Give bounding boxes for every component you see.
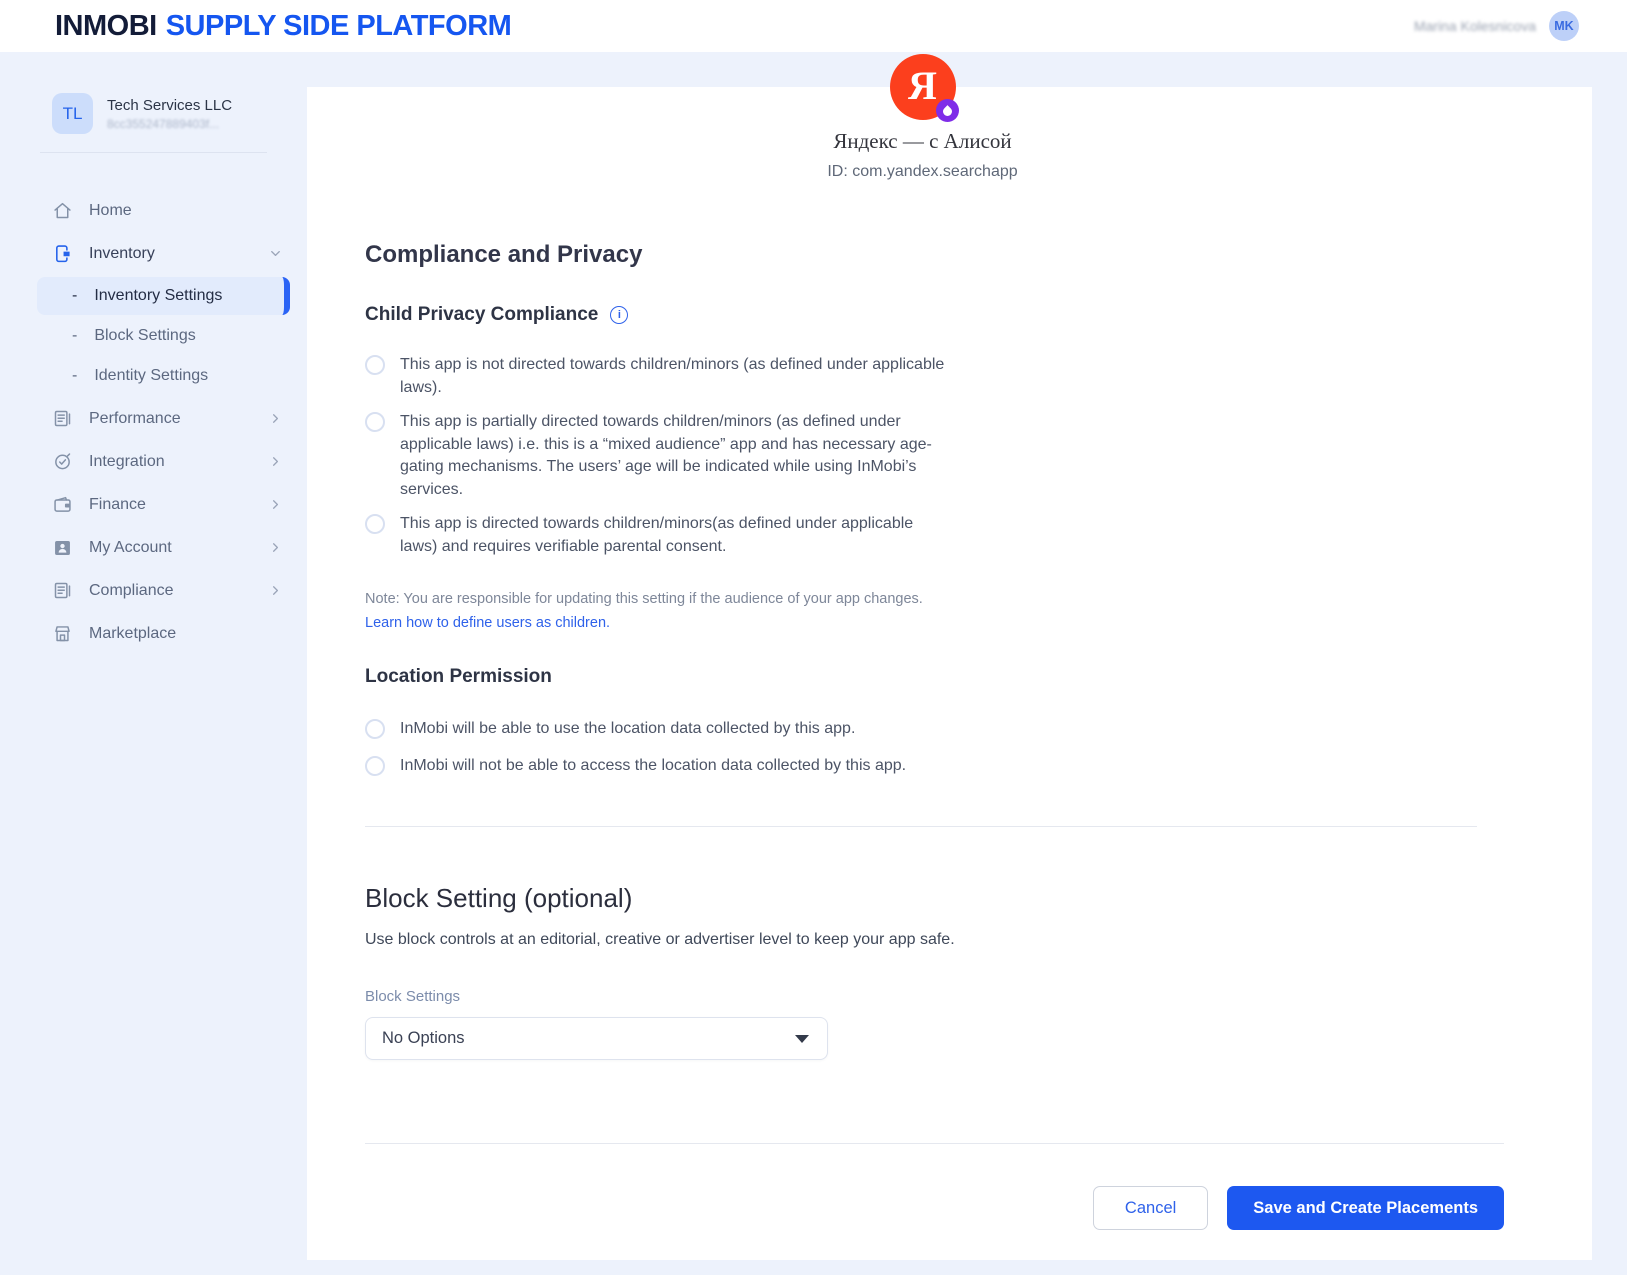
inventory-icon: [52, 243, 73, 264]
radio-label: This app is directed towards children/mi…: [400, 513, 945, 558]
app-header: Я Яндекс — с Алисой ID: com.yandex.searc…: [280, 87, 1565, 181]
user-menu[interactable]: Marina Kolesnicova MK: [1414, 11, 1579, 41]
location-permission-title: Location Permission: [365, 666, 1504, 688]
chevron-right-icon: [268, 540, 283, 555]
sidebar-item-label: Marketplace: [89, 625, 283, 643]
sidebar: TL Tech Services LLC 8cc355247889403f...…: [0, 52, 307, 1275]
sidebar-item-my-account[interactable]: My Account: [0, 526, 307, 569]
block-setting-description: Use block controls at an editorial, crea…: [365, 929, 1504, 950]
block-setting-title: Block Setting (optional): [365, 880, 1504, 916]
sidebar-item-compliance[interactable]: Compliance: [0, 569, 307, 612]
main-area: Я Яндекс — с Алисой ID: com.yandex.searc…: [307, 52, 1627, 1275]
sidebar-item-inventory[interactable]: Inventory: [0, 232, 307, 275]
radio-label: This app is partially directed towards c…: [400, 411, 945, 501]
chevron-right-icon: [268, 411, 283, 426]
child-privacy-title-text: Child Privacy Compliance: [365, 304, 598, 326]
account-id: 8cc355247889403f...: [107, 117, 232, 131]
dash-bullet: -: [72, 287, 77, 305]
sidebar-item-label: Compliance: [89, 582, 252, 600]
sidebar-item-block-settings[interactable]: - Block Settings: [37, 317, 290, 355]
settings-card: Я Яндекс — с Алисой ID: com.yandex.searc…: [307, 87, 1592, 1260]
chevron-right-icon: [268, 454, 283, 469]
yandex-app-icon: Я: [890, 54, 956, 120]
footer-divider: [365, 1143, 1504, 1144]
sidebar-item-label: My Account: [89, 539, 252, 557]
child-privacy-option-partially-directed[interactable]: This app is partially directed towards c…: [365, 411, 1504, 501]
top-bar: INMOBI SUPPLY SIDE PLATFORM Marina Kolesn…: [0, 0, 1627, 52]
radio-label: This app is not directed towards childre…: [400, 354, 945, 399]
form-content: Compliance and Privacy Child Privacy Com…: [307, 240, 1592, 1230]
sidebar-item-home[interactable]: Home: [0, 189, 307, 232]
section-title-compliance: Compliance and Privacy: [365, 240, 1504, 270]
block-settings-label: Block Settings: [365, 988, 1504, 1006]
footer-actions: Cancel Save and Create Placements: [365, 1186, 1504, 1230]
account-switcher[interactable]: TL Tech Services LLC 8cc355247889403f...: [0, 93, 307, 134]
sidebar-item-label: Integration: [89, 453, 252, 471]
radio-button[interactable]: [365, 756, 385, 776]
sidebar-item-label: Block Settings: [94, 327, 195, 345]
document-icon: [52, 408, 73, 429]
sidebar-item-label: Inventory Settings: [94, 287, 222, 305]
info-icon[interactable]: i: [610, 306, 628, 324]
block-settings-dropdown[interactable]: No Options: [365, 1017, 828, 1060]
yandex-letter: Я: [908, 66, 937, 106]
avatar[interactable]: MK: [1549, 11, 1579, 41]
dropdown-caret-icon: [795, 1035, 809, 1043]
section-divider: [365, 826, 1477, 827]
user-name: Marina Kolesnicova: [1414, 18, 1536, 34]
sidebar-item-marketplace[interactable]: Marketplace: [0, 612, 307, 655]
target-icon: [52, 451, 73, 472]
radio-label: InMobi will not be able to access the lo…: [400, 755, 906, 778]
radio-button[interactable]: [365, 355, 385, 375]
sidebar-item-finance[interactable]: Finance: [0, 483, 307, 526]
location-options: InMobi will be able to use the location …: [365, 718, 1504, 777]
app-title: Яндекс — с Алисой: [280, 129, 1565, 154]
learn-more-link[interactable]: Learn how to define users as children.: [365, 615, 610, 632]
radio-label: InMobi will be able to use the location …: [400, 718, 855, 741]
app-id: ID: com.yandex.searchapp: [280, 163, 1565, 181]
wallet-icon: [52, 494, 73, 515]
sidebar-divider: [40, 152, 267, 153]
brand-primary: INMOBI: [55, 10, 157, 42]
cancel-button[interactable]: Cancel: [1093, 1186, 1208, 1230]
storefront-icon: [52, 623, 73, 644]
radio-button[interactable]: [365, 514, 385, 534]
alice-badge-icon: [936, 99, 959, 122]
sidebar-item-label: Inventory: [89, 245, 252, 263]
brand-secondary: SUPPLY SIDE PLATFORM: [166, 10, 512, 42]
dropdown-value: No Options: [382, 1029, 465, 1048]
location-option-deny[interactable]: InMobi will not be able to access the lo…: [365, 755, 1504, 778]
dash-bullet: -: [72, 327, 77, 345]
account-avatar: TL: [52, 93, 93, 134]
location-option-allow[interactable]: InMobi will be able to use the location …: [365, 718, 1504, 741]
note-text: Note: You are responsible for updating t…: [365, 591, 1504, 608]
drop-icon: [941, 105, 954, 118]
sidebar-menu: Home Inventory - Inventory Settings - Bl…: [0, 189, 307, 655]
save-button[interactable]: Save and Create Placements: [1227, 1186, 1504, 1230]
sidebar-item-integration[interactable]: Integration: [0, 440, 307, 483]
sidebar-item-label: Identity Settings: [94, 367, 208, 385]
sidebar-item-label: Performance: [89, 410, 252, 428]
sidebar-item-label: Home: [89, 202, 283, 220]
account-name: Tech Services LLC: [107, 97, 232, 114]
dash-bullet: -: [72, 367, 77, 385]
sidebar-item-identity-settings[interactable]: - Identity Settings: [37, 357, 290, 395]
document-icon: [52, 580, 73, 601]
chevron-right-icon: [268, 497, 283, 512]
radio-button[interactable]: [365, 719, 385, 739]
home-icon: [52, 200, 73, 221]
child-privacy-options: This app is not directed towards childre…: [365, 354, 1504, 558]
app-logo: INMOBI SUPPLY SIDE PLATFORM: [55, 10, 511, 43]
user-icon: [52, 537, 73, 558]
radio-button[interactable]: [365, 412, 385, 432]
sidebar-item-inventory-settings[interactable]: - Inventory Settings: [37, 277, 290, 315]
sidebar-item-performance[interactable]: Performance: [0, 397, 307, 440]
chevron-down-icon: [268, 246, 283, 261]
chevron-right-icon: [268, 583, 283, 598]
sidebar-item-label: Finance: [89, 496, 252, 514]
child-privacy-option-directed[interactable]: This app is directed towards children/mi…: [365, 513, 1504, 558]
child-privacy-option-not-directed[interactable]: This app is not directed towards childre…: [365, 354, 1504, 399]
child-privacy-title: Child Privacy Compliance i: [365, 304, 1504, 326]
